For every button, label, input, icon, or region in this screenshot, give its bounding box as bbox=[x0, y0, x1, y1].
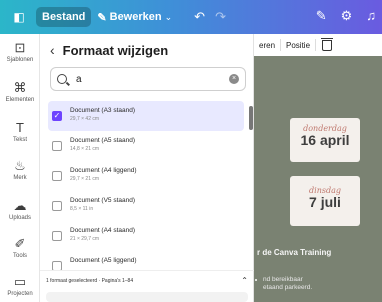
panel-action-bar[interactable] bbox=[46, 292, 248, 302]
list-item[interactable]: Document (A4 staand) 21 × 29,7 cm bbox=[48, 221, 244, 251]
file-menu-label: Bestand bbox=[42, 11, 86, 23]
format-name: Document (A4 liggend) bbox=[70, 167, 137, 174]
date-card[interactable]: donderdag 16 april bbox=[290, 118, 360, 162]
selection-summary[interactable]: 1 formaat geselecteerd · Pagina's 1–84 ⌃ bbox=[40, 270, 254, 290]
item-text: Document (A5 staand) 14,8 × 21 cm bbox=[70, 137, 135, 152]
panel-header: ‹ Formaat wijzigen bbox=[50, 42, 168, 58]
selection-status: 1 formaat geselecteerd · Pagina's 1–84 bbox=[46, 277, 134, 284]
checkbox[interactable] bbox=[52, 201, 62, 211]
element-toolbar: eren Positie bbox=[254, 34, 382, 56]
pencil-icon: ✎ bbox=[97, 11, 107, 24]
checkbox[interactable] bbox=[52, 231, 62, 241]
chevron-down-icon: ⌄ bbox=[164, 11, 173, 22]
checkbox-checked[interactable]: ✓ bbox=[52, 111, 62, 121]
top-bar: ◧ Bestand ✎ Bewerken ⌄ ↶ ↷ ✎ ⚙ ♫ bbox=[0, 0, 382, 34]
rail-label: Tekst bbox=[12, 137, 27, 143]
rail-label: Sjablonen bbox=[6, 57, 34, 63]
home-icon[interactable]: ◧ bbox=[8, 6, 30, 28]
rail-label: Elementen bbox=[5, 97, 35, 103]
date-card[interactable]: dinsdag 7 juli bbox=[290, 176, 360, 226]
item-text: Document (A4 liggend) 29,7 × 21 cm bbox=[70, 167, 136, 182]
list-item[interactable]: Document (A5 liggend) bbox=[48, 251, 244, 271]
elements-icon: ⌘ bbox=[13, 80, 27, 95]
file-menu-button[interactable]: Bestand bbox=[36, 7, 92, 27]
item-text: Document (A5 liggend) bbox=[70, 257, 136, 264]
tools-icon: ✐ bbox=[14, 236, 26, 251]
item-text: Document (V5 staand) 8,5 × 11 in bbox=[70, 197, 135, 212]
format-size: 8,5 × 11 in bbox=[70, 206, 94, 212]
edit-menu-button[interactable]: ✎ Bewerken ⌄ bbox=[91, 7, 178, 28]
rail-label: Merk bbox=[13, 175, 27, 181]
format-size: 21 × 29,7 cm bbox=[70, 236, 100, 242]
rail-item-brand[interactable]: ♨ Merk bbox=[0, 158, 40, 181]
item-text: Document (A3 staand) 29,7 × 42 cm bbox=[70, 107, 135, 122]
edit-menu-label: Bewerken bbox=[109, 11, 162, 23]
checkbox[interactable] bbox=[52, 141, 62, 151]
checkbox[interactable] bbox=[52, 171, 62, 181]
date-main: 16 april bbox=[300, 132, 350, 148]
format-name: Document (V5 staand) bbox=[70, 197, 136, 204]
item-text: Document (A4 staand) 21 × 29,7 cm bbox=[70, 227, 135, 242]
settings-icon[interactable]: ⚙ bbox=[341, 8, 353, 24]
format-size: 29,7 × 42 cm bbox=[70, 116, 100, 122]
text-icon: T bbox=[16, 120, 24, 135]
search-icon bbox=[57, 74, 67, 84]
rail-label: Projecten bbox=[7, 291, 33, 297]
format-list: ✓ Document (A3 staand) 29,7 × 42 cm Docu… bbox=[48, 101, 244, 271]
search-value: a bbox=[76, 73, 82, 85]
list-item[interactable]: Document (A5 staand) 14,8 × 21 cm bbox=[48, 131, 244, 161]
rail-item-elements[interactable]: ⌘ Elementen bbox=[0, 80, 40, 103]
brand-icon: ♨ bbox=[14, 158, 26, 173]
rail-item-projects[interactable]: ▭ Projecten bbox=[0, 274, 40, 297]
audio-icon[interactable]: ♫ bbox=[366, 8, 376, 24]
reorder-button[interactable]: eren bbox=[254, 41, 280, 50]
search-input[interactable]: a × bbox=[50, 67, 246, 91]
subtext-line: etaand parkeerd. bbox=[263, 284, 313, 291]
format-size: 29,7 × 21 cm bbox=[70, 176, 100, 182]
undo-icon[interactable]: ↶ bbox=[194, 9, 205, 25]
trash-icon[interactable] bbox=[321, 37, 334, 51]
list-item[interactable]: Document (V5 staand) 8,5 × 11 in bbox=[48, 191, 244, 221]
date-main: 7 juli bbox=[309, 194, 341, 210]
canvas-subtext[interactable]: nd bereikbaar etaand parkeerd. bbox=[257, 276, 312, 292]
subtext-line: nd bereikbaar bbox=[263, 276, 303, 283]
format-size: 14,8 × 21 cm bbox=[70, 146, 100, 152]
top-right-icons: ✎ ⚙ ♫ bbox=[316, 8, 376, 24]
edit-pen-icon[interactable]: ✎ bbox=[316, 8, 327, 24]
redo-icon[interactable]: ↷ bbox=[215, 9, 226, 25]
list-item[interactable]: Document (A4 liggend) 29,7 × 21 cm bbox=[48, 161, 244, 191]
back-icon[interactable]: ‹ bbox=[50, 42, 55, 58]
format-name: Document (A3 staand) bbox=[70, 107, 136, 114]
format-name: Document (A5 staand) bbox=[70, 137, 136, 144]
projects-icon: ▭ bbox=[13, 274, 27, 289]
rail-item-uploads[interactable]: ☁ Uploads bbox=[0, 198, 40, 221]
scrollbar[interactable] bbox=[249, 106, 253, 130]
canvas-heading[interactable]: r de Canva Training bbox=[257, 248, 331, 257]
position-button[interactable]: Positie bbox=[281, 41, 315, 50]
format-name: Document (A5 liggend) bbox=[70, 257, 137, 264]
format-name: Document (A4 staand) bbox=[70, 227, 136, 234]
rail-label: Tools bbox=[12, 253, 27, 259]
list-item[interactable]: ✓ Document (A3 staand) 29,7 × 42 cm bbox=[48, 101, 244, 131]
uploads-icon: ☁ bbox=[13, 198, 27, 213]
left-rail: ⊡ Sjablonen ⌘ Elementen T Tekst ♨ Merk ☁… bbox=[0, 34, 40, 302]
rail-item-text[interactable]: T Tekst bbox=[0, 120, 40, 143]
template-icon: ⊡ bbox=[14, 40, 26, 55]
divider bbox=[315, 39, 317, 51]
rail-label: Uploads bbox=[8, 215, 31, 221]
clear-icon[interactable]: × bbox=[229, 74, 239, 84]
resize-panel: ‹ Formaat wijzigen a × ✓ Document (A3 st… bbox=[40, 34, 254, 302]
chevron-up-icon[interactable]: ⌃ bbox=[241, 276, 248, 285]
rail-item-tools[interactable]: ✐ Tools bbox=[0, 236, 40, 259]
rail-item-templates[interactable]: ⊡ Sjablonen bbox=[0, 40, 40, 63]
panel-title: Formaat wijzigen bbox=[62, 42, 169, 58]
